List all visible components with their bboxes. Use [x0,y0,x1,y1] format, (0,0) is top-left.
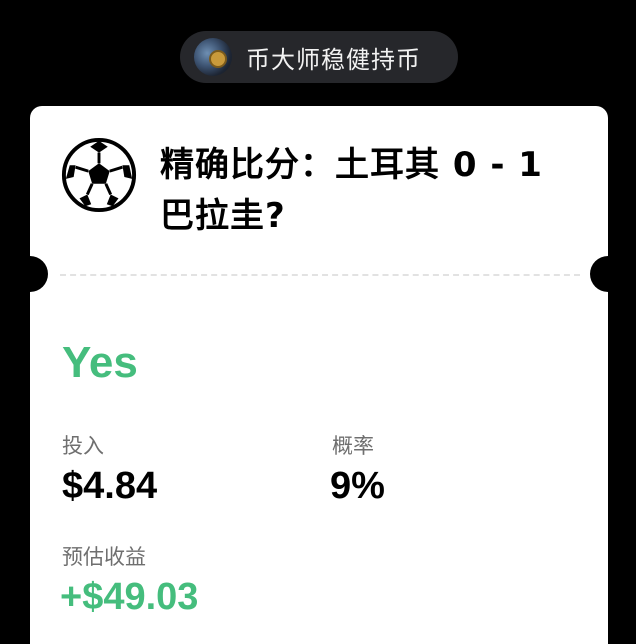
coin-icon [209,50,227,68]
avatar [194,38,232,76]
ticket-notch-right [590,256,626,292]
soccer-ball-icon [61,137,137,213]
payout-value: +$49.03 [60,576,199,618]
user-pill[interactable]: 币大师稳健持币 [180,31,458,83]
probability-value: 9% [330,465,385,507]
probability-label: 概率 [332,434,374,458]
market-title: 精确比分：土耳其 0 - 1 巴拉圭? [160,145,543,236]
payout-label: 预估收益 [62,545,146,569]
screen: 币大师稳健持币 精确比分：土耳其 0 - 1 巴拉圭? Yes 投入 $4.84… [0,0,636,644]
outcome-label: Yes [62,338,138,387]
stake-value: $4.84 [62,465,158,507]
user-name: 币大师稳健持币 [246,45,421,74]
ticket-notch-left [12,256,48,292]
ticket-divider [60,274,580,276]
stake-label: 投入 [62,434,104,458]
